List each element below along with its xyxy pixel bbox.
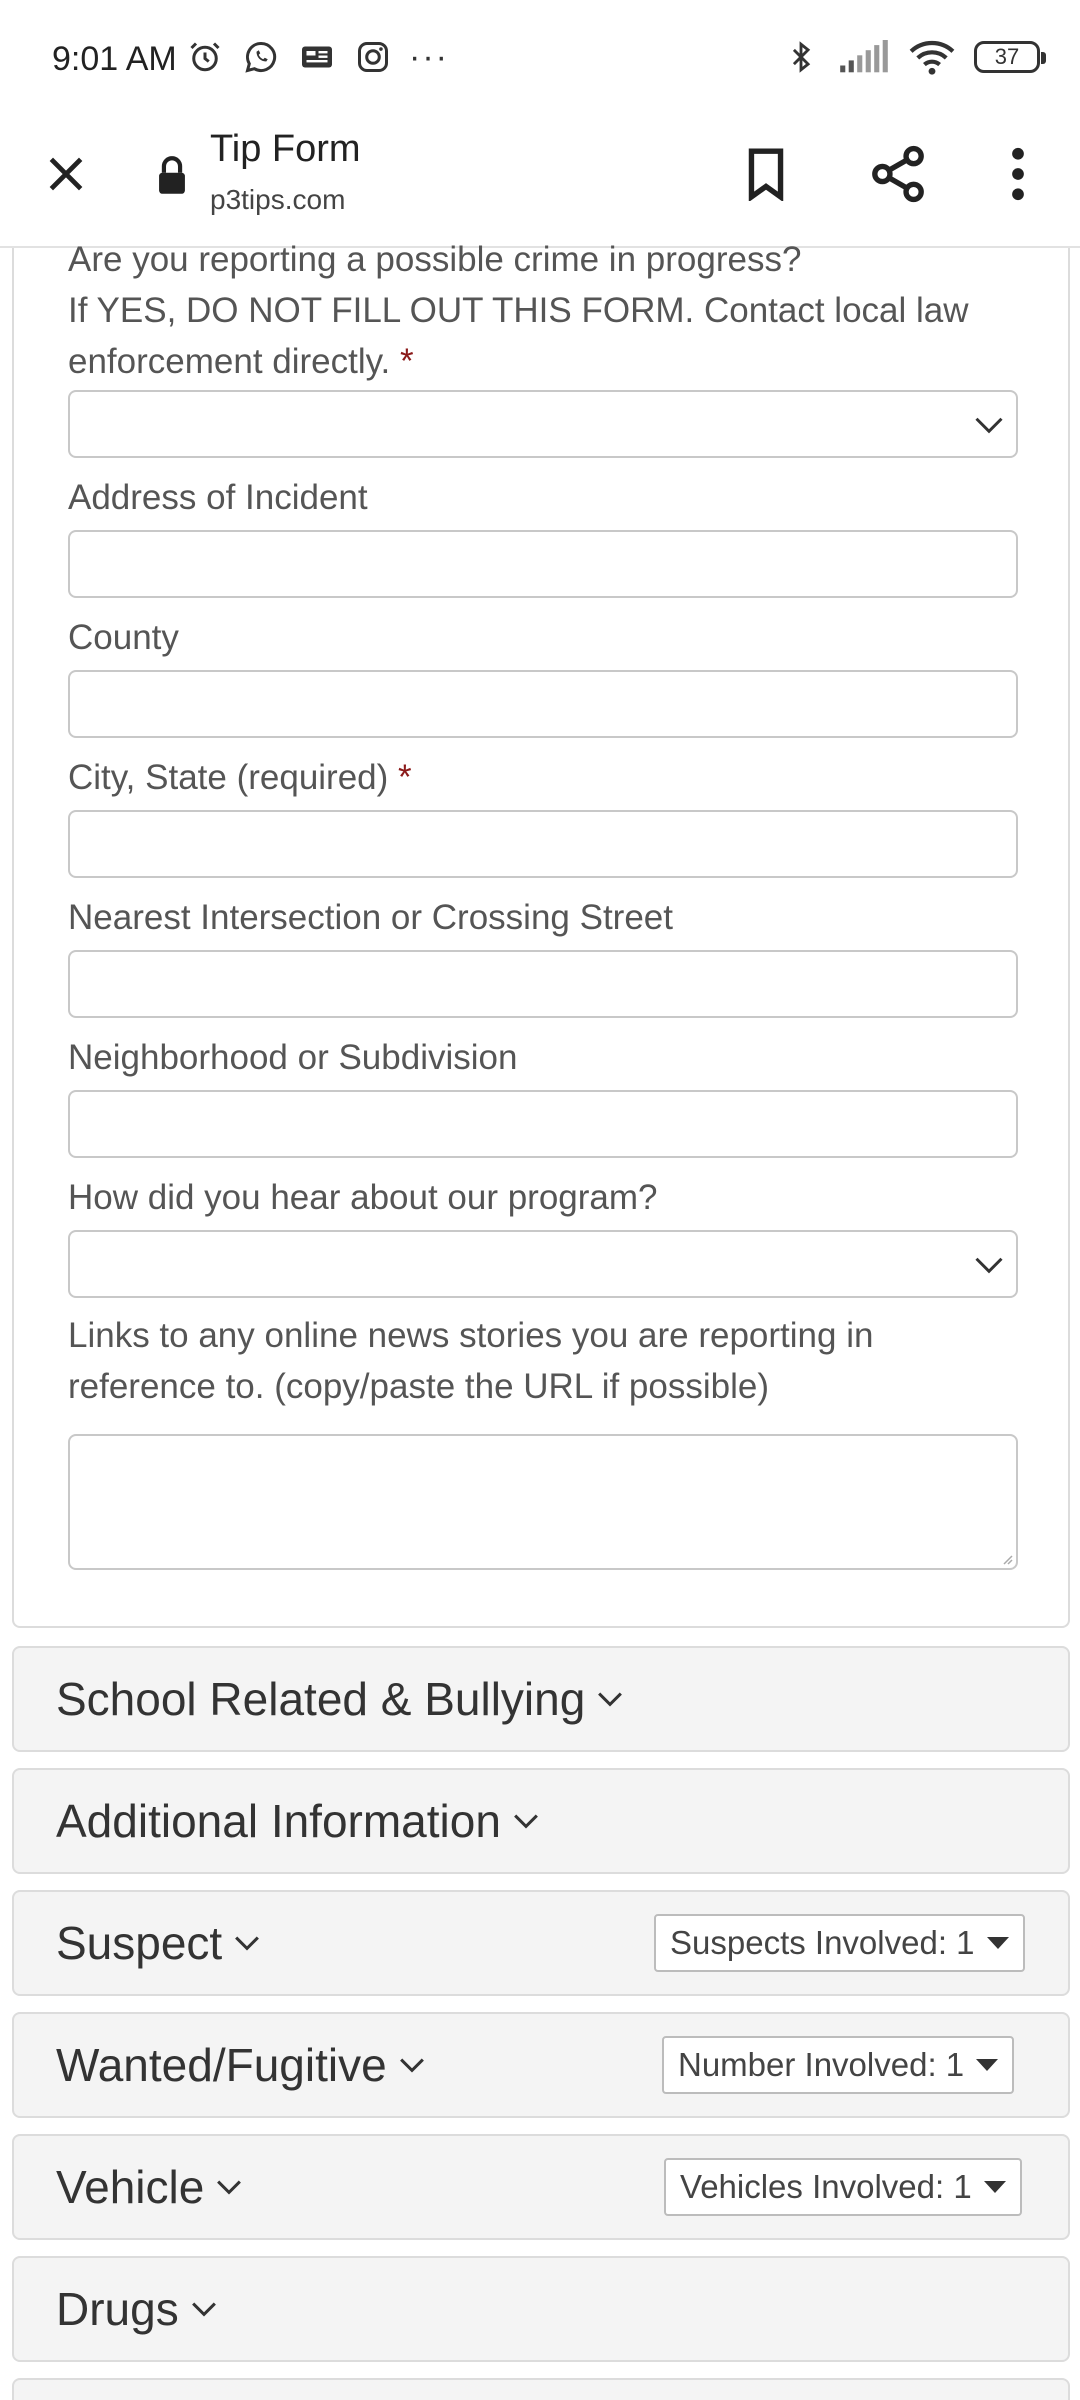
browser-toolbar: Tip Form p3tips.com [0,120,1080,248]
crime-in-progress-select[interactable] [68,390,1018,458]
status-time: 9:01 AM [52,40,177,78]
caret-down-icon [986,1937,1009,1949]
system-icons: 37 [782,38,1046,76]
required-mark: * [400,342,414,381]
section-title-text: Drugs [56,2283,179,2335]
page-title[interactable]: Tip Form [210,128,361,171]
section-next-partial[interactable] [12,2378,1070,2400]
bluetooth-icon [782,38,820,76]
chevron-down-icon [232,1928,262,1958]
chevron-down-icon [972,1250,1006,1280]
suspects-involved-value: Suspects Involved: 1 [670,1924,975,1961]
intersection-input[interactable] [68,950,1018,1018]
resize-handle-icon[interactable] [999,1551,1013,1565]
section-school-bullying[interactable]: School Related & Bullying [12,1646,1070,1752]
battery-indicator: 37 [974,41,1046,73]
more-dots-icon: ··· [409,37,449,76]
status-bar: 9:01 AM ··· 37 [0,0,1080,120]
crime-question-line2: If YES, DO NOT FILL OUT THIS FORM. Conta… [68,291,969,330]
section-wanted-fugitive[interactable]: Wanted/Fugitive Number Involved: 1 [12,2012,1070,2118]
heard-about-select[interactable] [68,1230,1018,1298]
section-vehicle[interactable]: Vehicle Vehicles Involved: 1 [12,2134,1070,2240]
crime-question-line3: enforcement directly. * [68,336,969,387]
whatsapp-icon [242,38,280,76]
county-input[interactable] [68,670,1018,738]
wifi-icon [908,38,956,76]
news-links-label-line2: reference to. (copy/paste the URL if pos… [68,1367,769,1406]
number-involved-select[interactable]: Number Involved: 1 [662,2036,1015,2094]
signal-icon [838,38,890,76]
notification-icons: ··· [186,38,448,76]
crime-question-line1: Are you reporting a possible crime in pr… [68,240,802,279]
news-links-label: Links to any online news stories you are… [68,1310,873,1412]
section-additional-information[interactable]: Additional Information [12,1768,1070,1874]
chevron-down-icon [189,2294,219,2324]
address-label: Address of Incident [68,478,368,517]
caret-down-icon [976,2059,999,2071]
required-mark: * [398,758,412,797]
section-drugs[interactable]: Drugs [12,2256,1070,2362]
section-title-text: Suspect [56,1917,223,1969]
news-icon [298,38,336,76]
news-links-label-line1: Links to any online news stories you are… [68,1316,874,1355]
chevron-down-icon [397,2050,427,2080]
neighborhood-label: Neighborhood or Subdivision [68,1038,518,1077]
city-state-label: City, State (required) * [68,752,412,803]
page-url[interactable]: p3tips.com [210,184,345,216]
number-involved-value: Number Involved: 1 [678,2046,965,2083]
section-title[interactable]: Vehicle [56,2160,244,2214]
section-title[interactable]: Wanted/Fugitive [56,2038,427,2092]
incident-location-panel: Are you reporting a possible crime in pr… [12,240,1070,1628]
section-title[interactable]: Additional Information [56,1794,541,1848]
section-title-text: Additional Information [56,1795,501,1847]
chevron-down-icon [214,2172,244,2202]
county-label: County [68,618,179,657]
vehicles-involved-value: Vehicles Involved: 1 [680,2168,972,2205]
chevron-down-icon [511,1806,541,1836]
lock-icon[interactable] [150,148,194,204]
chevron-down-icon [972,410,1006,440]
neighborhood-input[interactable] [68,1090,1018,1158]
section-title[interactable]: Drugs [56,2282,219,2336]
share-icon[interactable] [866,142,930,206]
alarm-icon [186,38,224,76]
city-state-label-text: City, State (required) [68,758,389,797]
section-title-text: School Related & Bullying [56,1673,586,1725]
crime-question-line3-text: enforcement directly. [68,342,391,381]
close-icon[interactable] [36,144,96,204]
news-links-textarea[interactable] [68,1434,1018,1570]
section-title-text: Vehicle [56,2161,205,2213]
chevron-down-icon [595,1684,625,1714]
section-title[interactable]: School Related & Bullying [56,1672,625,1726]
city-state-input[interactable] [68,810,1018,878]
crime-in-progress-question: Are you reporting a possible crime in pr… [68,234,969,387]
instagram-icon [354,38,392,76]
suspects-involved-select[interactable]: Suspects Involved: 1 [654,1914,1025,1972]
section-suspect[interactable]: Suspect Suspects Involved: 1 [12,1890,1070,1996]
address-input[interactable] [68,530,1018,598]
intersection-label: Nearest Intersection or Crossing Street [68,898,673,937]
overflow-menu-icon[interactable] [986,142,1050,206]
heard-about-label: How did you hear about our program? [68,1178,658,1217]
vehicles-involved-select[interactable]: Vehicles Involved: 1 [664,2158,1022,2216]
section-title[interactable]: Suspect [56,1916,262,1970]
caret-down-icon [983,2181,1006,2193]
section-title-text: Wanted/Fugitive [56,2039,387,2091]
bookmark-icon[interactable] [734,142,798,206]
